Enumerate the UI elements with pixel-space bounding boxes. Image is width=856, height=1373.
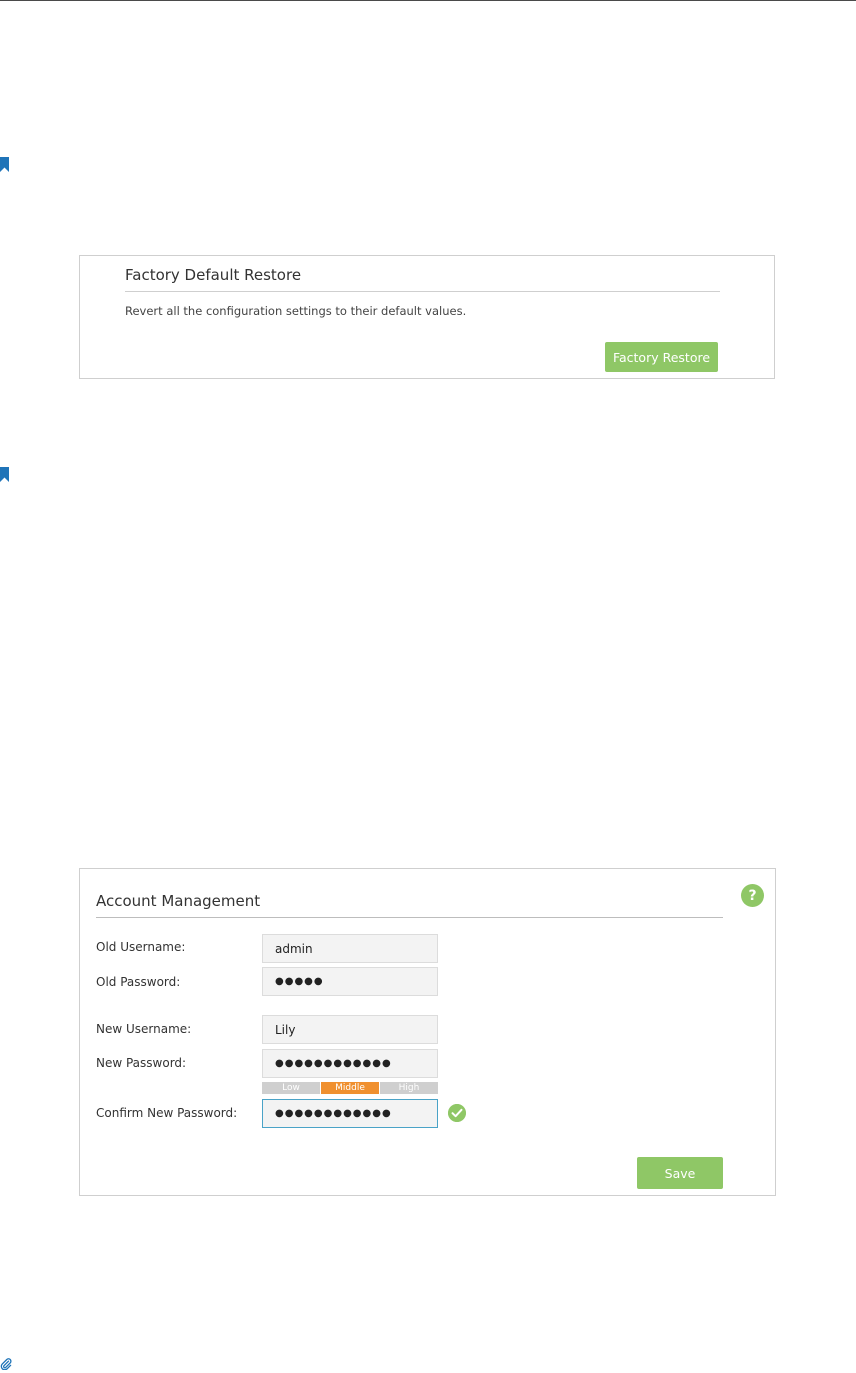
title-divider xyxy=(125,291,720,292)
strength-low: Low xyxy=(262,1082,320,1094)
strength-high: High xyxy=(380,1082,438,1094)
save-button[interactable]: Save xyxy=(637,1157,723,1189)
account-management-panel: Account Management ? Old Username: admin… xyxy=(79,868,776,1196)
confirm-password-input[interactable]: ●●●●●●●●●●●● xyxy=(262,1099,438,1128)
old-username-label: Old Username: xyxy=(96,940,186,954)
new-username-label: New Username: xyxy=(96,1022,192,1036)
bookmark-icon xyxy=(0,157,9,172)
bookmark-icon xyxy=(0,467,9,482)
factory-restore-title: Factory Default Restore xyxy=(125,266,302,284)
factory-restore-description: Revert all the configuration settings to… xyxy=(125,304,467,318)
new-username-input[interactable]: Lily xyxy=(262,1015,438,1044)
title-divider xyxy=(96,917,723,918)
check-icon xyxy=(448,1104,466,1122)
old-password-input[interactable]: ●●●●● xyxy=(262,967,438,996)
top-rule xyxy=(0,0,856,1)
old-password-label: Old Password: xyxy=(96,975,181,989)
old-username-input[interactable]: admin xyxy=(262,934,438,963)
new-password-label: New Password: xyxy=(96,1056,187,1070)
paperclip-icon xyxy=(0,1358,12,1370)
strength-middle: Middle xyxy=(321,1082,379,1094)
new-password-input[interactable]: ●●●●●●●●●●●● xyxy=(262,1049,438,1078)
factory-default-restore-panel: Factory Default Restore Revert all the c… xyxy=(79,255,775,379)
account-management-title: Account Management xyxy=(96,892,261,910)
confirm-password-label: Confirm New Password: xyxy=(96,1106,238,1120)
password-strength-meter: Low Middle High xyxy=(262,1082,438,1094)
factory-restore-button[interactable]: Factory Restore xyxy=(605,342,718,372)
help-icon[interactable]: ? xyxy=(741,884,764,907)
